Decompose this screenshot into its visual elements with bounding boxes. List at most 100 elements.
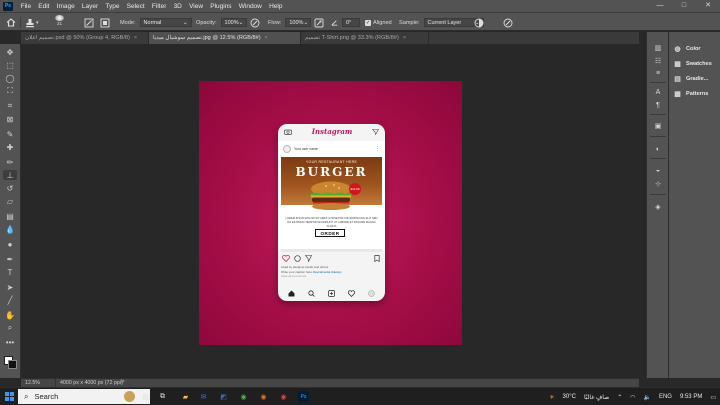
panel-patterns[interactable]: ▩ Patterns [673,89,708,99]
instagram-top-bar: Instagram [278,124,385,139]
close-tab-icon[interactable]: × [403,35,406,41]
history-panel-icon[interactable]: ▥ [652,43,664,53]
lasso-tool-icon[interactable]: ◯ [3,73,17,83]
tab-document-3[interactable]: تصميم T-Shirt.png @ 33.3% (RGB/8#) × [301,32,429,44]
tray-expand-icon[interactable]: ⌃ [617,394,622,401]
more-options-icon: ⋮ [375,146,380,152]
frame-tool-icon[interactable]: ⊠ [3,114,17,124]
notification-icon[interactable]: ▭ [710,394,716,401]
opacity-field[interactable]: 100% ⌄ [220,18,247,27]
path-select-tool-icon[interactable]: ➤ [3,282,17,292]
dodge-tool-icon[interactable]: ● [3,239,17,249]
mode-dropdown[interactable]: Normal ⌄ [139,18,192,27]
adjustments-panel-icon[interactable]: ≡ [652,68,664,78]
home-button[interactable] [6,17,16,28]
menu-help[interactable]: Help [265,3,286,10]
airbrush-toggle[interactable] [314,17,324,28]
eyedropper-tool-icon[interactable]: ✎ [3,129,17,139]
network-icon[interactable]: ◠ [630,394,635,401]
artboard-tool-icon[interactable]: ⬚ [3,60,17,70]
menu-plugins[interactable]: Plugins [207,3,236,10]
status-bar: 12.5% 4000 px x 4000 px (72 ppi) > [21,378,639,387]
maximize-button[interactable]: □ [672,0,696,12]
close-tab-icon[interactable]: × [265,35,268,41]
close-tab-icon[interactable]: × [134,35,137,41]
angle-control[interactable]: 0° [330,17,360,28]
object-select-tool-icon[interactable]: ⛶ [3,86,17,96]
menu-view[interactable]: View [185,3,206,10]
pressure-size-toggle[interactable] [503,17,513,28]
panel-color[interactable]: ◍ Color [673,44,700,54]
weather-temp[interactable]: 30°C [563,394,576,400]
color-adjust-panel-icon[interactable]: ◐ [652,144,664,154]
widget-icon[interactable] [124,391,135,402]
layer-comps-panel-icon[interactable]: ▣ [652,121,664,131]
windows-start-icon[interactable] [5,392,14,401]
hand-tool-icon[interactable]: ✋ [3,310,17,320]
healing-tool-icon[interactable]: ✚ [3,142,17,152]
minimize-button[interactable]: — [648,0,672,12]
menu-edit[interactable]: Edit [35,3,53,10]
zoom-tool-icon[interactable]: ⌕ [3,323,17,333]
ignore-adjustment-layers-toggle[interactable] [474,17,484,28]
app-red-icon[interactable]: ◉ [278,391,289,402]
status-menu-chevron-icon[interactable]: > [121,379,125,385]
type-tool-icon[interactable]: T [3,267,17,277]
file-explorer-icon[interactable]: ▰ [180,391,191,402]
photoshop-taskbar-icon[interactable]: Ps [298,391,309,402]
blur-tool-icon[interactable]: 💧 [3,224,17,234]
brush-settings-panel-toggle[interactable] [84,17,94,28]
mail-app-icon[interactable]: ✉ [198,391,209,402]
window-controls: — □ ✕ [648,0,720,12]
pressure-opacity-toggle[interactable] [250,17,260,28]
properties-panel-icon[interactable]: ☷ [652,56,664,66]
language-indicator[interactable]: ENG [659,394,672,400]
tab-label: تصميم اعلان.psd @ 50% (Group 4, RGB/8) [25,35,130,41]
aligned-checkbox[interactable]: ✓ Aligned [365,17,392,28]
task-view-icon[interactable]: ⧉ [157,391,168,402]
menu-3d[interactable]: 3D [170,3,186,10]
chrome-icon[interactable]: ◉ [238,391,249,402]
tab-document-1[interactable]: تصميم اعلان.psd @ 50% (Group 4, RGB/8) × [21,32,149,44]
flow-field[interactable]: 100% ⌄ [285,18,312,27]
caption-line: Write your caption here [281,269,312,274]
clock[interactable]: 9:53 PM [680,394,702,400]
brush-preset-picker[interactable]: 21 [55,15,64,26]
more-tools-icon[interactable]: ••• [3,337,17,347]
menu-type[interactable]: Type [102,3,123,10]
volume-icon[interactable]: 🔈 [643,394,650,401]
menu-layer[interactable]: Layer [78,3,101,10]
firefox-icon[interactable]: ◉ [258,391,269,402]
menu-select[interactable]: Select [123,3,148,10]
layers-panel-icon[interactable]: ◈ [652,202,664,212]
menu-filter[interactable]: Filter [148,3,170,10]
channels-panel-icon[interactable]: ◒ [652,165,664,175]
clone-stamp-tool-icon[interactable]: ⊥ [3,170,17,180]
notes-app-icon[interactable]: ▤ [140,391,151,402]
angle-field[interactable]: 0° [342,18,360,27]
line-tool-icon[interactable]: ╱ [3,295,17,305]
history-brush-tool-icon[interactable]: ↺ [3,183,17,193]
paths-panel-icon[interactable]: ⊹ [652,179,664,189]
panel-swatches[interactable]: ▦ Swatches [673,59,712,69]
close-window-button[interactable]: ✕ [696,0,720,12]
mode-label: Mode: [120,19,136,26]
outlook-icon[interactable]: ◩ [218,391,229,402]
character-panel-icon[interactable]: A [652,87,664,97]
panel-gradients[interactable]: ▤ Gradie... [673,74,708,84]
move-tool-icon[interactable]: ✥ [3,47,17,57]
background-color-swatch[interactable] [8,360,17,369]
menu-image[interactable]: Image [53,3,78,10]
clone-stamp-tool-icon[interactable]: ▾ [25,17,39,28]
clone-source-panel-toggle[interactable] [100,17,110,28]
crop-tool-icon[interactable]: ⌗ [3,101,17,111]
paragraph-panel-icon[interactable]: ¶ [652,100,664,110]
menu-window[interactable]: Window [235,3,265,10]
menu-file[interactable]: File [17,3,35,10]
tab-document-2[interactable]: تصميم سوشيال ميديا.jpg @ 12.5% (RGB/8#) … [149,32,301,44]
eraser-tool-icon[interactable]: ▱ [3,196,17,206]
zoom-level[interactable]: 12.5% [25,380,40,386]
pen-tool-icon[interactable]: ✒ [3,254,17,264]
brush-tool-icon[interactable]: ✏ [3,157,17,167]
gradient-tool-icon[interactable]: ▤ [3,211,17,221]
